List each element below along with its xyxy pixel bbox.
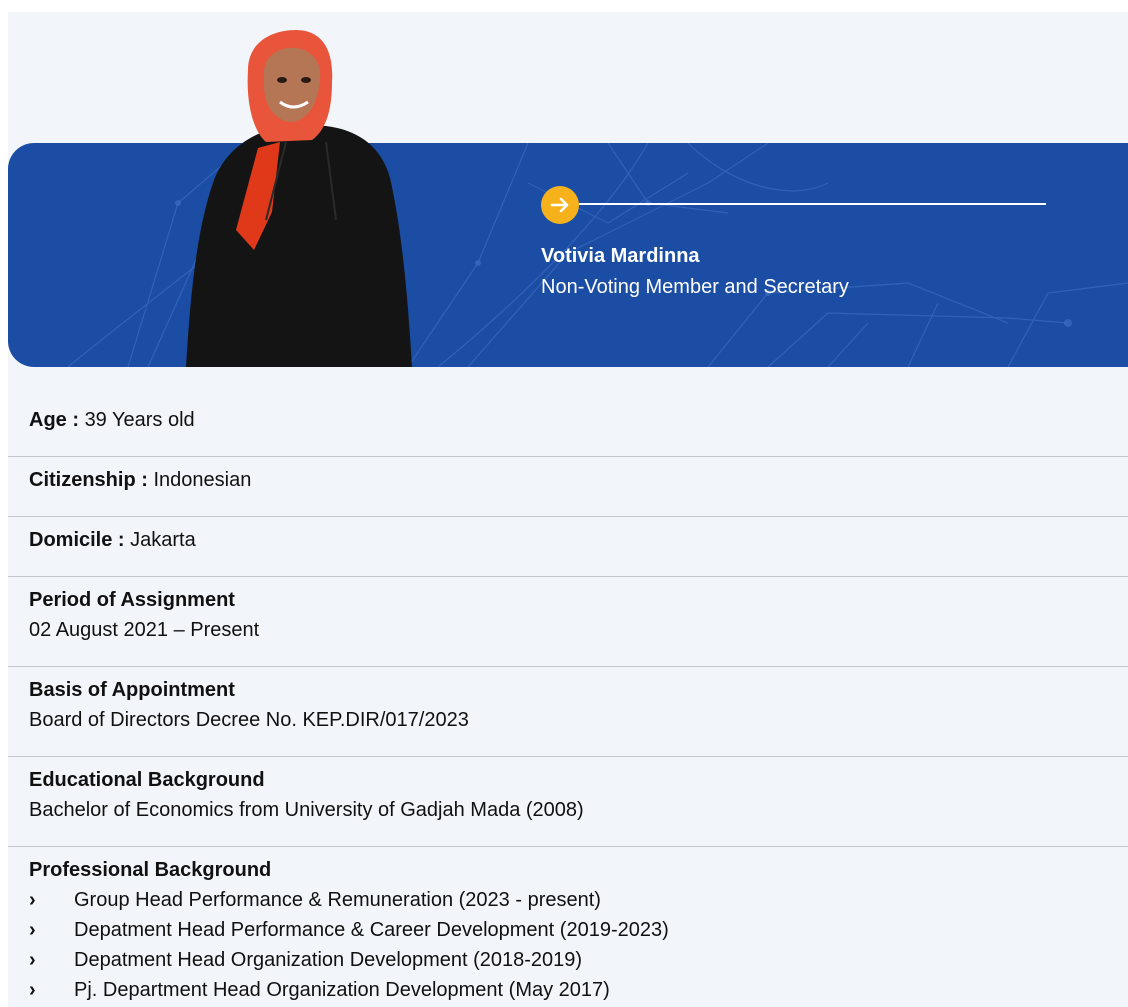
- list-item-text: Depatment Head Performance & Career Deve…: [74, 919, 669, 941]
- basis-row: Basis of Appointment Board of Directors …: [8, 667, 1128, 757]
- chevron-right-icon: ›: [29, 979, 36, 1001]
- list-item-text: Depatment Head Organization Development …: [74, 949, 583, 971]
- age-label: Age :: [29, 409, 79, 431]
- chevron-right-icon: ›: [29, 919, 36, 941]
- professional-list: › Group Head Performance & Remuneration …: [29, 885, 1128, 1005]
- professional-row: Professional Background › Group Head Per…: [8, 847, 1128, 1005]
- period-value: 02 August 2021 – Present: [29, 619, 260, 641]
- profile-page: Votivia Mardinna Non-Voting Member and S…: [8, 12, 1128, 1007]
- divider-line: [579, 203, 1046, 205]
- age-row: Age : 39 Years old: [8, 397, 1128, 457]
- citizenship-row: Citizenship : Indonesian: [8, 457, 1128, 517]
- citizenship-label: Citizenship :: [29, 469, 148, 491]
- age-value: 39 Years old: [84, 409, 195, 431]
- list-item-text: Group Head Performance & Remuneration (2…: [74, 889, 601, 911]
- list-item-text: Pj. Department Head Organization Develop…: [74, 979, 610, 1001]
- profile-details: Age : 39 Years old Citizenship : Indones…: [8, 397, 1128, 1005]
- citizenship-value: Indonesian: [153, 469, 252, 491]
- basis-label: Basis of Appointment: [29, 679, 235, 701]
- chevron-right-icon: ›: [29, 949, 36, 971]
- domicile-label: Domicile :: [29, 529, 125, 551]
- basis-value: Board of Directors Decree No. KEP.DIR/01…: [29, 709, 469, 731]
- domicile-row: Domicile : Jakarta: [8, 517, 1128, 577]
- arrow-right-icon: [541, 186, 579, 224]
- person-name: Votivia Mardinna: [541, 245, 700, 267]
- chevron-right-icon: ›: [29, 889, 36, 911]
- list-item: › Depatment Head Performance & Career De…: [29, 915, 1128, 945]
- list-item: › Group Head Performance & Remuneration …: [29, 885, 1128, 915]
- education-label: Educational Background: [29, 769, 265, 791]
- period-label: Period of Assignment: [29, 589, 235, 611]
- person-role: Non-Voting Member and Secretary: [541, 276, 849, 298]
- portrait-image: [186, 30, 412, 367]
- education-value: Bachelor of Economics from University of…: [29, 799, 584, 821]
- professional-label: Professional Background: [29, 859, 272, 881]
- period-row: Period of Assignment 02 August 2021 – Pr…: [8, 577, 1128, 667]
- list-item: › Depatment Head Organization Developmen…: [29, 945, 1128, 975]
- domicile-value: Jakarta: [130, 529, 196, 551]
- list-item: › Pj. Department Head Organization Devel…: [29, 975, 1128, 1005]
- education-row: Educational Background Bachelor of Econo…: [8, 757, 1128, 847]
